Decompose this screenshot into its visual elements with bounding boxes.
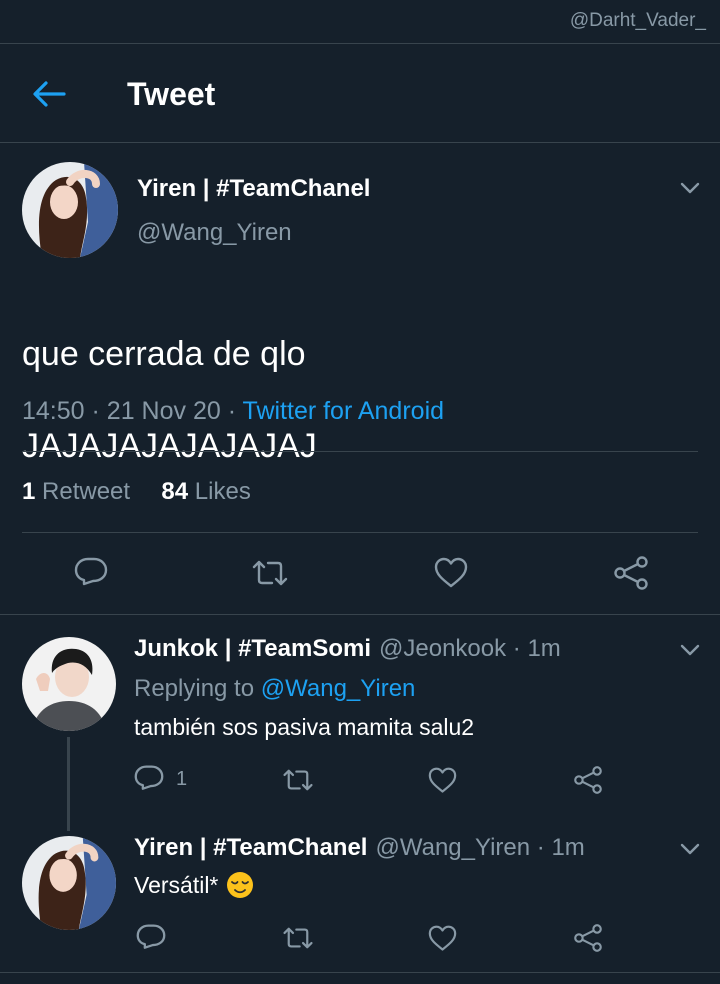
header-divider [0,142,720,143]
tweet-source-link[interactable]: Twitter for Android [243,397,444,425]
retweet-count: 1 [22,478,36,505]
retweet-icon [252,560,288,586]
reply-1-reply-button[interactable]: 1 [134,764,187,794]
reply-1-handle[interactable]: @Jeonkook [379,635,506,663]
reply-2-menu-button[interactable] [678,837,702,866]
reply-2-handle[interactable]: @Wang_Yiren [375,834,530,862]
reply-avatar[interactable] [22,637,116,731]
reply-2-text: Versátil* [134,871,219,898]
replying-to-label: Replying to [134,675,255,702]
chevron-down-icon [680,644,700,656]
chevron-down-icon [680,182,700,194]
page-title: Tweet [127,76,216,112]
watermark: @Darht_Vader_ [569,10,706,31]
reply-2-like-button[interactable] [426,922,458,954]
tweet-meta: 14:50 · 21 Nov 20 · Twitter for Android [22,397,445,425]
reply-icon [134,765,164,790]
reply-2-header: Yiren | #TeamChanel @Wang_Yiren · 1m [134,834,585,862]
like-icon [428,925,456,951]
retweet-label: Retweet [42,478,131,505]
relieved-face-emoji-icon [227,872,254,898]
reply-2-name[interactable]: Yiren | #TeamChanel [134,834,367,862]
author-name[interactable]: Yiren | #TeamChanel [137,175,370,203]
retweet-icon [283,927,313,949]
chevron-down-icon [680,843,700,855]
stats-divider [22,532,698,533]
replying-to: Replying to @Wang_Yiren [134,675,415,703]
thread-line [67,737,70,831]
retweet-button[interactable] [248,553,292,593]
share-icon [574,924,602,952]
reply-1-share-button[interactable] [572,764,604,796]
reply-2-retweet-button[interactable] [280,922,316,954]
like-label: Likes [194,478,251,505]
reply-1-name[interactable]: Junkok | #TeamSomi [134,635,371,663]
tweet-text-line-2: JAJAJAJAJAJAJAJ [22,427,317,465]
tweet-time: 14:50 [22,397,85,425]
meta-divider [22,451,698,452]
reply-2-time: 1m [551,834,585,861]
retweet-icon [283,769,313,791]
actions-divider [0,614,720,615]
likes-stat[interactable]: 84 Likes [161,478,250,505]
like-icon [428,767,456,793]
reply-button[interactable] [70,553,112,593]
share-icon [614,556,648,590]
share-button[interactable] [610,553,652,593]
avatar[interactable] [22,162,118,258]
reply-1-like-button[interactable] [426,764,458,796]
reply-2-avatar[interactable] [22,836,116,930]
reply-1-menu-button[interactable] [678,638,702,667]
avatar-image [22,162,118,258]
like-button[interactable] [430,553,472,593]
replying-to-link[interactable]: @Wang_Yiren [261,675,416,702]
like-count: 84 [161,478,189,505]
reply-1-reply-count: 1 [176,767,188,790]
back-button[interactable] [30,78,68,110]
like-icon [434,557,468,588]
tweet-stats: 1 Retweet 84 Likes [22,478,251,506]
reply-avatar-image [22,637,116,731]
reply-1-text: también sos pasiva mamita salu2 [134,714,475,740]
reply-1-retweet-button[interactable] [280,764,316,796]
reply-1-time: 1m [527,635,561,662]
share-icon [574,766,602,794]
reply-2-text-row: Versátil* [134,871,254,899]
author-handle[interactable]: @Wang_Yiren [137,219,292,247]
top-divider [0,43,720,44]
bottom-divider [0,972,720,973]
reply-2-reply-button[interactable] [134,922,168,954]
tweet-text-line-1: que cerrada de qlo [22,335,306,373]
back-arrow-icon [33,81,66,107]
reply-2-share-button[interactable] [572,922,604,954]
reply-icon [74,557,108,586]
reply-2-avatar-image [22,836,116,930]
retweets-stat[interactable]: 1 Retweet [22,478,130,505]
tweet-date: 21 Nov 20 [106,397,221,425]
tweet-menu-button[interactable] [678,176,702,205]
reply-1-header: Junkok | #TeamSomi @Jeonkook · 1m [134,635,561,663]
reply-icon [136,924,166,949]
